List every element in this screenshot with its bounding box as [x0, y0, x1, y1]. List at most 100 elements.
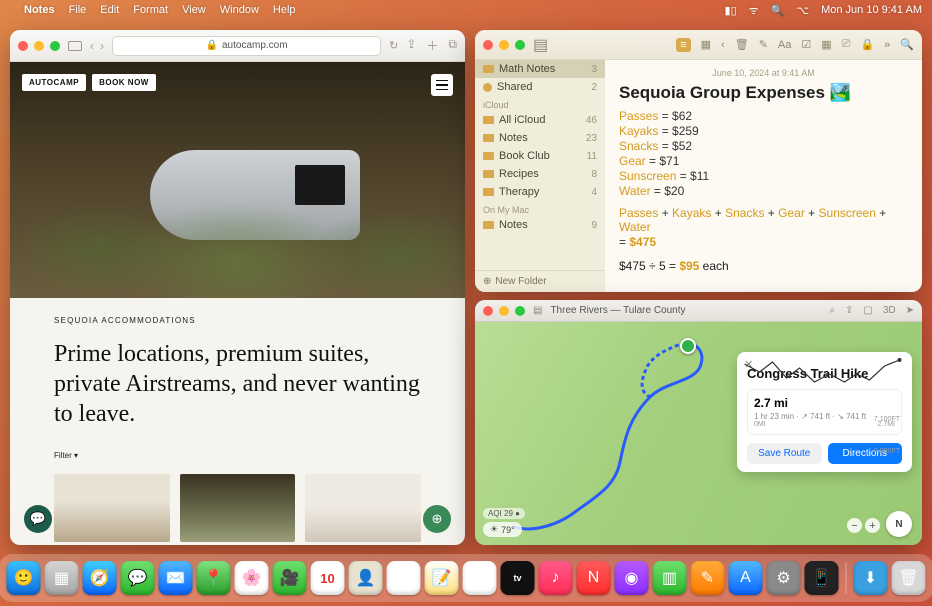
dock-pages[interactable]: ✎: [691, 561, 725, 595]
map-mode-icon[interactable]: ▢: [863, 305, 872, 316]
3d-icon[interactable]: 3D: [883, 305, 896, 316]
note-date: June 10, 2024 at 9:41 AM: [619, 68, 908, 78]
app-menu[interactable]: Notes: [24, 4, 55, 16]
dock-freeform[interactable]: 〰: [463, 561, 497, 595]
dock-launchpad[interactable]: ▦: [45, 561, 79, 595]
table-icon[interactable]: ▦: [821, 38, 831, 51]
sidebar-item-shared[interactable]: Shared2: [475, 78, 605, 96]
dock-tv[interactable]: tv: [501, 561, 535, 595]
lock-icon[interactable]: 🔒: [860, 38, 874, 51]
menu-view[interactable]: View: [182, 4, 206, 16]
weather-badge[interactable]: ☀ 79°: [483, 522, 522, 537]
logo-chip[interactable]: AUTOCAMP: [22, 74, 86, 91]
tile-3[interactable]: [305, 474, 421, 542]
new-tab-icon[interactable]: ＋: [426, 37, 438, 54]
sidebar-item-all-icloud[interactable]: All iCloud46: [475, 111, 605, 129]
sidebar-toggle-icon[interactable]: ▤: [533, 35, 548, 55]
tile-1[interactable]: [54, 474, 170, 542]
dock-safari[interactable]: 🧭: [83, 561, 117, 595]
section-eyebrow: SEQUOIA ACCOMMODATIONS: [54, 316, 421, 325]
dock-photos[interactable]: 🌸: [235, 561, 269, 595]
expense-line: Sunscreen = $11: [619, 169, 908, 183]
back-icon[interactable]: ‹: [721, 39, 725, 51]
more-icon[interactable]: »: [884, 39, 890, 51]
dock-reminders[interactable]: ▤: [387, 561, 421, 595]
dock-music[interactable]: ♪: [539, 561, 573, 595]
save-route-button[interactable]: Save Route: [747, 443, 822, 464]
dock-numbers[interactable]: ▥: [653, 561, 687, 595]
dock-settings[interactable]: ⚙: [767, 561, 801, 595]
sidebar-toggle-icon[interactable]: [68, 41, 82, 51]
battery-icon[interactable]: ▮▯: [725, 4, 737, 17]
control-center-icon[interactable]: ⌥: [796, 4, 809, 17]
filter-dropdown[interactable]: Filter ▾: [54, 451, 421, 460]
compass[interactable]: N: [886, 511, 912, 537]
sidebar-item-notes[interactable]: Notes23: [475, 129, 605, 147]
dock-facetime[interactable]: 🎥: [273, 561, 307, 595]
view-list-icon[interactable]: ≡: [676, 38, 690, 52]
note-body[interactable]: June 10, 2024 at 9:41 AM Sequoia Group E…: [605, 60, 922, 292]
map-settings-icon[interactable]: ⌕: [829, 305, 835, 316]
window-controls[interactable]: [483, 40, 525, 50]
dock-notes[interactable]: 📝: [425, 561, 459, 595]
dock-appstore[interactable]: A: [729, 561, 763, 595]
elevation-chart: [737, 352, 912, 388]
menu-help[interactable]: Help: [273, 4, 296, 16]
menu-file[interactable]: File: [69, 4, 87, 16]
clock[interactable]: Mon Jun 10 9:41 AM: [821, 4, 922, 16]
view-grid-icon[interactable]: ▦: [701, 38, 711, 51]
dock-news[interactable]: N: [577, 561, 611, 595]
wifi-icon[interactable]: ᯤ: [749, 3, 759, 18]
sidebar-item-therapy[interactable]: Therapy4: [475, 183, 605, 201]
sidebar-item-onmac-notes[interactable]: Notes9: [475, 216, 605, 234]
dock-iphone-mirroring[interactable]: 📱: [805, 561, 839, 595]
dock-contacts[interactable]: 👤: [349, 561, 383, 595]
map-canvas[interactable]: AQI 29 ● ☀ 79° −+ N ✕ Congress Trail Hik…: [475, 322, 922, 545]
url-text: autocamp.com: [222, 40, 288, 51]
dock-calendar[interactable]: 10: [311, 561, 345, 595]
trailhead-pin[interactable]: [680, 338, 696, 354]
menu-format[interactable]: Format: [133, 4, 168, 16]
aqi-badge[interactable]: AQI 29 ●: [483, 508, 525, 519]
tile-2[interactable]: [180, 474, 296, 542]
dock-podcasts[interactable]: ◉: [615, 561, 649, 595]
new-folder-button[interactable]: ⊕New Folder: [475, 270, 605, 292]
sidebar-item-recipes[interactable]: Recipes8: [475, 165, 605, 183]
book-now-button[interactable]: BOOK NOW: [92, 74, 156, 91]
compose-icon[interactable]: ✎: [759, 38, 768, 51]
hero-image: AUTOCAMP BOOK NOW: [10, 62, 465, 298]
share-icon[interactable]: ⇪: [845, 305, 853, 316]
window-controls[interactable]: [483, 306, 525, 316]
format-icon[interactable]: Aa: [778, 39, 791, 51]
accessibility-fab[interactable]: ⊕: [423, 505, 451, 533]
window-controls[interactable]: [18, 41, 60, 51]
checklist-icon[interactable]: ☑: [801, 38, 811, 51]
zoom-out[interactable]: −: [847, 518, 862, 533]
dock-finder[interactable]: 🙂: [7, 561, 41, 595]
address-bar[interactable]: 🔒 autocamp.com: [112, 36, 381, 56]
back-button[interactable]: ‹: [90, 39, 94, 53]
menu-window[interactable]: Window: [220, 4, 259, 16]
location-icon[interactable]: ➤: [906, 305, 914, 316]
chat-fab[interactable]: 💬: [24, 505, 52, 533]
sidebar-toggle-icon[interactable]: ▤: [533, 305, 542, 316]
hamburger-menu[interactable]: [431, 74, 453, 96]
sidebar-item-book-club[interactable]: Book Club11: [475, 147, 605, 165]
zoom-in[interactable]: +: [865, 518, 880, 533]
dock-downloads[interactable]: ⬇: [854, 561, 888, 595]
share-icon[interactable]: ⇪: [406, 37, 416, 54]
sidebar-item-math-notes[interactable]: Math Notes3: [475, 60, 605, 78]
menu-edit[interactable]: Edit: [100, 4, 119, 16]
reload-icon[interactable]: ↻: [389, 39, 398, 52]
dock-maps[interactable]: 📍: [197, 561, 231, 595]
trash-icon[interactable]: 🗑: [735, 38, 749, 51]
tabs-icon[interactable]: ⧉: [448, 37, 457, 54]
forward-button[interactable]: ›: [100, 39, 104, 53]
search-icon[interactable]: 🔍: [900, 38, 914, 51]
spotlight-icon[interactable]: 🔍: [771, 4, 785, 17]
dock-mail[interactable]: ✉️: [159, 561, 193, 595]
media-icon[interactable]: ⎚: [842, 38, 851, 51]
dock-trash[interactable]: 🗑: [892, 561, 926, 595]
zoom-controls[interactable]: −+: [847, 518, 880, 533]
dock-messages[interactable]: 💬: [121, 561, 155, 595]
